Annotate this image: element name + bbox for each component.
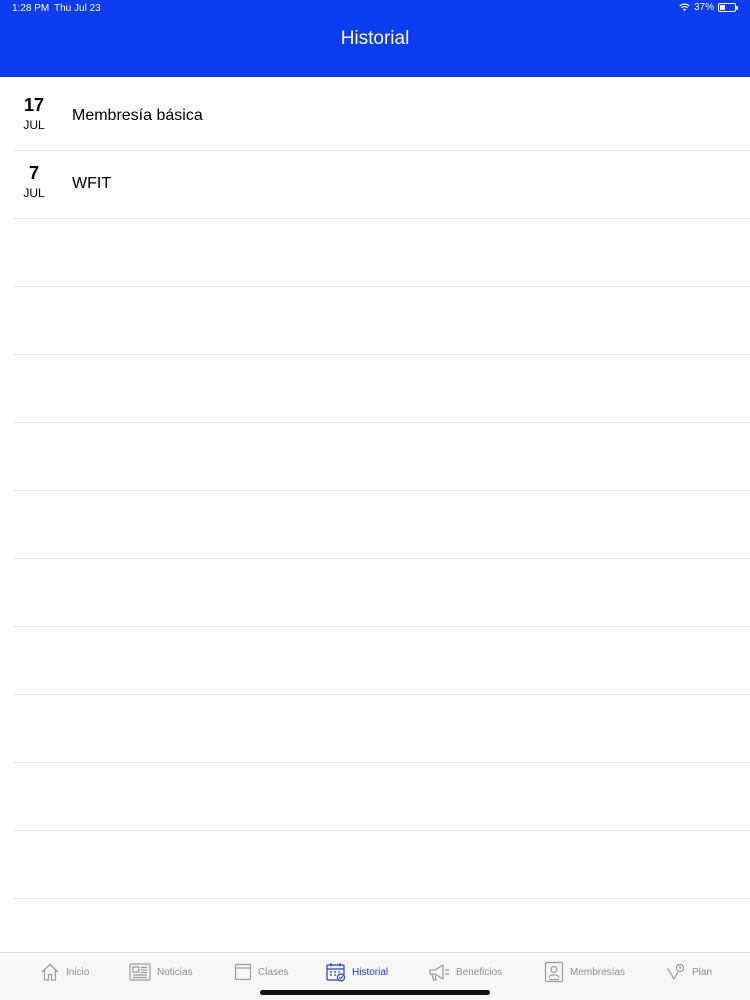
- history-day: 17: [23, 95, 45, 115]
- tab-label: Beneficios: [456, 966, 503, 978]
- battery-percent: 37%: [693, 2, 714, 13]
- tab-noticias[interactable]: Noticias: [129, 961, 193, 983]
- empty-row: [14, 559, 750, 627]
- tab-beneficios[interactable]: Beneficios: [428, 961, 502, 983]
- folder-icon: [234, 963, 252, 981]
- empty-row: [14, 763, 750, 831]
- tab-label: Historial: [352, 966, 389, 978]
- status-date: Thu Jul 23: [54, 3, 101, 14]
- empty-row: [14, 695, 750, 763]
- history-day: 7: [28, 163, 39, 183]
- tab-label: Inicio: [66, 966, 90, 978]
- empty-row: [14, 287, 750, 355]
- tab-label: Clases: [258, 966, 289, 978]
- app-header: 1:28 PM Thu Jul 23 37% Historial: [0, 0, 750, 77]
- history-item[interactable]: 7 JUL WFIT: [14, 151, 750, 219]
- empty-row: [14, 423, 750, 491]
- history-item[interactable]: 17 JUL Membresía básica: [14, 83, 750, 151]
- home-icon: [41, 963, 59, 981]
- history-date: 17 JUL: [0, 95, 68, 134]
- empty-row: [14, 491, 750, 559]
- tab-label: Plan: [692, 966, 713, 978]
- tab-inicio[interactable]: Inicio: [40, 961, 89, 983]
- history-month: JUL: [23, 186, 45, 200]
- empty-row: [14, 219, 750, 287]
- history-date: 7 JUL: [0, 163, 68, 202]
- newspaper-icon: [129, 963, 151, 981]
- id-badge-icon: [544, 961, 564, 983]
- tab-clases[interactable]: Clases: [234, 961, 289, 983]
- status-indicators: 37%: [679, 2, 738, 13]
- tab-plan[interactable]: Plan: [666, 961, 712, 983]
- history-list: 17 JUL Membresía básica 7 JUL WFIT: [0, 83, 750, 967]
- status-bar: 1:28 PM Thu Jul 23 37%: [0, 0, 750, 18]
- home-indicator: [260, 990, 490, 995]
- status-time: 1:28 PM: [12, 3, 50, 14]
- wifi-icon: [679, 3, 690, 12]
- calendar-check-icon: [326, 963, 346, 982]
- megaphone-icon: [429, 963, 449, 981]
- tab-label: Noticias: [157, 966, 193, 978]
- battery-icon: [718, 3, 738, 12]
- history-title: WFIT: [72, 175, 112, 192]
- empty-row: [14, 627, 750, 695]
- history-title: Membresía básica: [72, 107, 203, 124]
- tab-label: Membresías: [570, 966, 626, 978]
- tab-membresias[interactable]: Membresías: [544, 961, 625, 983]
- empty-row: [14, 831, 750, 899]
- plan-icon: [666, 963, 685, 981]
- empty-row: [14, 355, 750, 423]
- tab-historial[interactable]: Historial: [326, 961, 388, 983]
- page-title: Historial: [340, 28, 410, 49]
- history-month: JUL: [23, 118, 45, 132]
